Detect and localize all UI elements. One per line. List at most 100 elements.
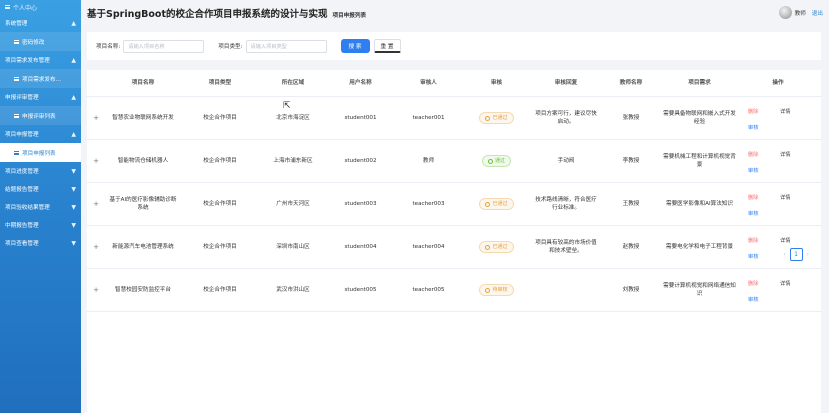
chevron-icon: ▼ [71, 167, 76, 175]
detail-button[interactable]: 详情 [780, 194, 790, 203]
cell-status: 已通过 [463, 111, 530, 125]
audit-button[interactable]: 审核 [748, 210, 758, 219]
sidebar-item-label: 项目需求发布管理 [5, 58, 50, 64]
prev-page-button[interactable]: ‹ [783, 251, 785, 258]
sidebar-item[interactable]: 项目查看管理 ▼ [0, 234, 81, 252]
avatar[interactable] [778, 6, 792, 19]
cell-name: 智慧校园安防监控平台 [115, 286, 171, 293]
cell-requirement: 需要电化学和电子工程背景 [665, 243, 734, 250]
delete-button[interactable]: 删除 [748, 237, 758, 246]
page-title: 基于SpringBoot的校企合作项目申报系统的设计与实现 [87, 9, 328, 20]
table-row: + 智慧校园安防监控平台 校企合作项目 武汉市洪山区 student005 teacher… [87, 269, 821, 312]
cell-status: 已通过 [463, 197, 530, 211]
th-type: 项目类型 [208, 79, 232, 86]
sidebar-item[interactable]: 项目验收结果管理 ▼ [0, 198, 81, 216]
cell-user: student005 [344, 286, 377, 293]
sidebar-subitem[interactable]: 项目需求发布... [0, 69, 81, 88]
list-icon [14, 39, 19, 44]
expand-icon[interactable]: + [87, 157, 105, 166]
status-badge: 待审核 [479, 283, 514, 297]
cell-teacher: 王教授 [622, 200, 640, 207]
sidebar-subitem[interactable]: 项目申报列表 [0, 143, 81, 162]
cell-name: 智慧农业物联网系统开发 [112, 114, 174, 121]
cell-area: 广州市天河区 [276, 200, 310, 207]
table-row: + 新能源汽车电池管理系统 校企合作项目 深圳市南山区 student004 teache… [87, 226, 821, 269]
search-button[interactable]: 搜 索 [340, 39, 370, 53]
sidebar-item-label: 项目申报管理 [5, 132, 39, 138]
cell-reply: 项目具有较高的市场价值和技术壁垒。 [535, 239, 597, 255]
reset-button[interactable]: 重 置 [373, 39, 401, 53]
sidebar-item[interactable]: 项目需求发布管理 ▲ [0, 51, 81, 69]
cell-name: 新能源汽车电池管理系统 [112, 243, 174, 250]
cell-reply: 技术路线清晰，符合医疗行业标准。 [535, 196, 597, 212]
cell-type: 校企合作项目 [203, 200, 237, 207]
sidebar-item[interactable]: 结题报告管理 ▼ [0, 180, 81, 198]
cell-ops: 删除 详情审核 [739, 226, 817, 269]
expand-icon[interactable]: + [87, 114, 105, 123]
cell-type: 校企合作项目 [203, 286, 237, 293]
sidebar-item-label: 项目查看管理 [5, 241, 39, 247]
status-text: 已通过 [492, 200, 508, 207]
detail-button[interactable]: 详情 [780, 151, 790, 160]
sidebar-item[interactable]: 申报评审管理 ▲ [0, 88, 81, 106]
th-name: 项目名称 [131, 79, 155, 86]
delete-button[interactable]: 删除 [748, 280, 758, 289]
cell-teacher: 张教授 [622, 114, 640, 121]
detail-button[interactable]: 详情 [780, 108, 790, 117]
cell-name: 基于AI的医疗影像辅助诊断系统 [109, 196, 177, 212]
user-area: 教师 退出 [778, 6, 823, 19]
search-bar: 项目名称: 请输入项目名称 项目类型: 请输入项目类型 搜 索 重 置 [87, 32, 821, 60]
clock-icon [485, 201, 491, 207]
th-area: 所在区域 [281, 79, 305, 86]
page-number-button[interactable]: 1 [789, 248, 803, 261]
status-badge: 已通过 [479, 197, 514, 211]
project-table: 项目名称 项目类型 所在区域 用户名称 审核人 审核 审核回复 教师名称 项目需… [87, 70, 821, 413]
cell-teacher: 刘教授 [622, 286, 640, 293]
sidebar-item[interactable]: 项目申报管理 ▲ [0, 125, 81, 143]
sidebar-subitem[interactable]: 密码修改 [0, 32, 81, 51]
sidebar-item[interactable]: 中期报告管理 ▼ [0, 216, 81, 234]
sidebar-personal-center[interactable]: 个人中心 [0, 0, 81, 14]
sidebar: 个人中心 系统管理 ▲ 密码修改 项目需求发布管理 ▲ 项目需求发布... 申报评审管理 ▲ 申… [0, 0, 81, 413]
expand-icon[interactable]: + [87, 286, 105, 295]
table-row: + 智能物流仓储机器人 校企合作项目 上海市浦东新区 student002 教师 通过 手动阀… [87, 140, 821, 183]
project-type-input[interactable]: 请输入项目类型 [245, 39, 327, 53]
audit-button[interactable]: 审核 [748, 167, 758, 176]
sidebar-subitem-label: 申报评审列表 [22, 113, 56, 120]
status-badge: 已通过 [479, 240, 514, 254]
delete-button[interactable]: 删除 [748, 151, 758, 160]
list-icon [14, 76, 19, 81]
expand-icon[interactable]: + [87, 243, 105, 252]
menu-icon [5, 5, 10, 9]
sidebar-item[interactable]: 系统管理 ▲ [0, 14, 81, 32]
cell-ops: 删除 详情审核 [739, 183, 817, 226]
list-icon [14, 150, 19, 155]
mouse-cursor-icon: ⇱ [283, 101, 291, 111]
cell-area: 北京市海淀区 [276, 114, 310, 121]
cell-ops: 删除 详情审核 [739, 97, 817, 140]
sidebar-item-label: 申报评审管理 [5, 95, 39, 101]
delete-button[interactable]: 删除 [748, 108, 758, 117]
sidebar-item[interactable]: 项目进度管理 ▼ [0, 162, 81, 180]
expand-icon[interactable]: + [87, 200, 105, 209]
logout-link[interactable]: 退出 [812, 9, 823, 17]
cell-auditor: 教师 [422, 157, 435, 164]
delete-button[interactable]: 删除 [748, 194, 758, 203]
th-ops: 操作 [772, 79, 784, 86]
chevron-icon: ▲ [71, 56, 76, 64]
detail-button[interactable]: 详情 [780, 280, 790, 289]
cell-user: student002 [344, 157, 377, 164]
sidebar-subitem[interactable]: 申报评审列表 [0, 106, 81, 125]
project-name-input[interactable]: 请输入项目名称 [123, 39, 205, 53]
status-badge: 通过 [481, 154, 511, 168]
audit-button[interactable]: 审核 [748, 253, 758, 262]
status-badge: 已通过 [479, 111, 514, 125]
th-status: 审核 [490, 79, 503, 86]
detail-button[interactable]: 详情 [780, 237, 790, 246]
cell-type: 校企合作项目 [203, 243, 237, 250]
cell-type: 校企合作项目 [203, 157, 237, 164]
next-page-button[interactable]: › [807, 251, 809, 258]
audit-button[interactable]: 审核 [748, 124, 758, 133]
cell-status: 通过 [463, 154, 530, 168]
audit-button[interactable]: 审核 [748, 296, 758, 305]
